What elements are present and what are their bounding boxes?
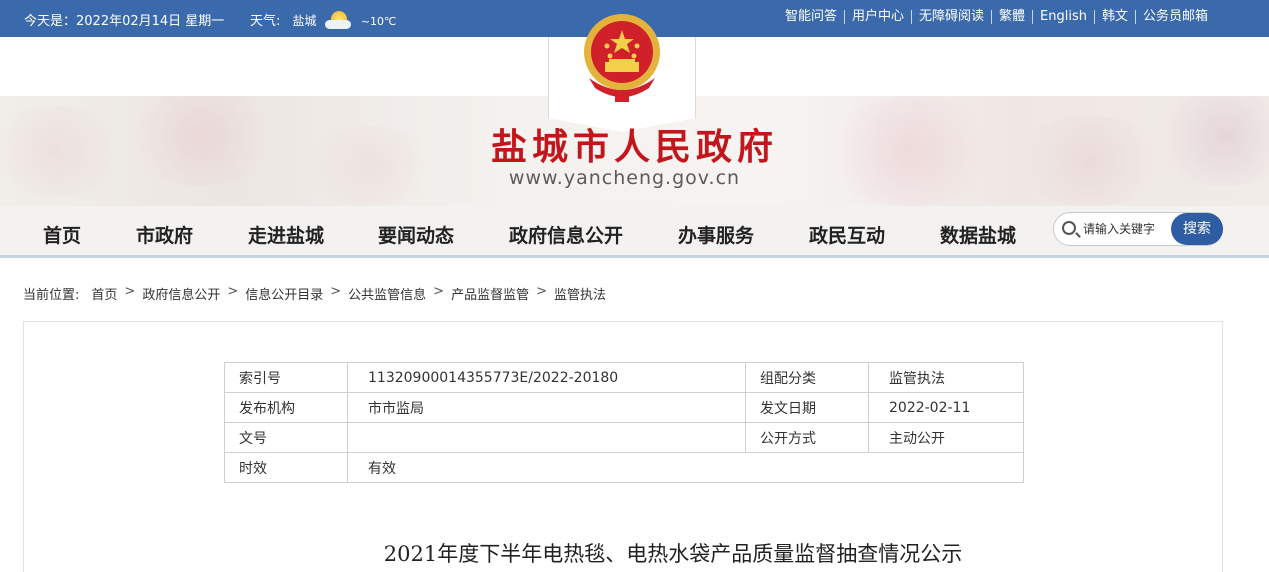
meta-key: 文号: [224, 422, 348, 453]
breadcrumb-item[interactable]: 首页: [91, 284, 117, 303]
breadcrumb-item[interactable]: 公共监管信息: [348, 284, 426, 303]
search-icon: [1062, 221, 1076, 235]
link-korean[interactable]: 韩文: [1093, 10, 1135, 24]
meta-value: 市市监局: [347, 392, 746, 423]
site-title: 盐城市人民政府: [490, 126, 778, 168]
link-accessible-reading[interactable]: 无障碍阅读: [910, 10, 991, 24]
nav-city-government[interactable]: 市政府: [136, 221, 193, 248]
nav-home[interactable]: 首页: [43, 221, 81, 248]
link-civil-servant-mail[interactable]: 公务员邮箱: [1134, 10, 1215, 24]
table-row: 索引号 11320900014355773E/2022-20180 组配分类 监…: [224, 362, 1024, 393]
breadcrumb-separator: >: [330, 284, 342, 299]
meta-key: 时效: [224, 452, 348, 483]
sun-cloud-icon: [324, 11, 353, 29]
meta-value: 监管执法: [868, 362, 1024, 393]
meta-value: [347, 422, 746, 453]
meta-value: 2022-02-11: [868, 392, 1024, 423]
link-english[interactable]: English: [1032, 10, 1094, 24]
nav-government-info[interactable]: 政府信息公开: [509, 221, 623, 248]
breadcrumb-separator: >: [124, 284, 136, 299]
nav-data-yancheng[interactable]: 数据盐城: [940, 221, 1016, 248]
table-row: 时效 有效: [224, 452, 1024, 483]
meta-key: 发文日期: [745, 392, 869, 423]
search-button[interactable]: 搜索: [1171, 213, 1223, 245]
breadcrumb-label: 当前位置:: [23, 288, 80, 303]
weather-temperature: ~10℃: [360, 15, 397, 28]
meta-key: 组配分类: [745, 362, 869, 393]
weather-city: 盐城: [292, 14, 317, 28]
document-meta-table: 索引号 11320900014355773E/2022-20180 组配分类 监…: [224, 362, 1024, 483]
national-emblem-icon: [584, 14, 660, 102]
article-title: 2021年度下半年电热毯、电热水袋产品质量监督抽查情况公示: [383, 542, 963, 566]
meta-value: 11320900014355773E/2022-20180: [347, 362, 746, 393]
link-user-center[interactable]: 用户中心: [843, 10, 911, 24]
table-row: 文号 公开方式 主动公开: [224, 422, 1024, 453]
link-traditional-chinese[interactable]: 繁體: [991, 10, 1032, 24]
breadcrumb-item[interactable]: 政府信息公开: [142, 284, 220, 303]
breadcrumb-item[interactable]: 产品监督监管: [451, 284, 529, 303]
meta-key: 索引号: [224, 362, 348, 393]
meta-value: 主动公开: [868, 422, 1024, 453]
article-container: 索引号 11320900014355773E/2022-20180 组配分类 监…: [23, 321, 1223, 572]
current-date: 今天是：2022年02月14日 星期一: [24, 14, 225, 29]
link-smart-qa[interactable]: 智能问答: [778, 10, 844, 24]
top-links: 智能问答 用户中心 无障碍阅读 繁體 English 韩文 公务员邮箱: [778, 10, 1215, 24]
table-row: 发布机构 市市监局 发文日期 2022-02-11: [224, 392, 1024, 423]
breadcrumb-separator: >: [433, 284, 445, 299]
breadcrumb-item[interactable]: 信息公开目录: [245, 284, 323, 303]
weather-label: 天气:: [250, 14, 281, 29]
site-url: www.yancheng.gov.cn: [508, 167, 741, 189]
meta-key: 公开方式: [745, 422, 869, 453]
breadcrumb-item[interactable]: 监管执法: [554, 284, 606, 303]
nav-news[interactable]: 要闻动态: [378, 221, 454, 248]
breadcrumb: 当前位置: 首页 > 政府信息公开 > 信息公开目录 > 公共监管信息 > 产品监督监管…: [23, 284, 606, 303]
nav-interaction[interactable]: 政民互动: [809, 221, 885, 248]
search-input[interactable]: [1083, 219, 1173, 239]
weather-widget: 天气: 盐城 ~10℃: [250, 10, 396, 29]
nav-about-yancheng[interactable]: 走进盐城: [248, 221, 324, 248]
breadcrumb-separator: >: [227, 284, 239, 299]
meta-value: 有效: [347, 452, 1024, 483]
meta-key: 发布机构: [224, 392, 348, 423]
breadcrumb-separator: >: [536, 284, 547, 299]
nav-services[interactable]: 办事服务: [678, 221, 754, 248]
